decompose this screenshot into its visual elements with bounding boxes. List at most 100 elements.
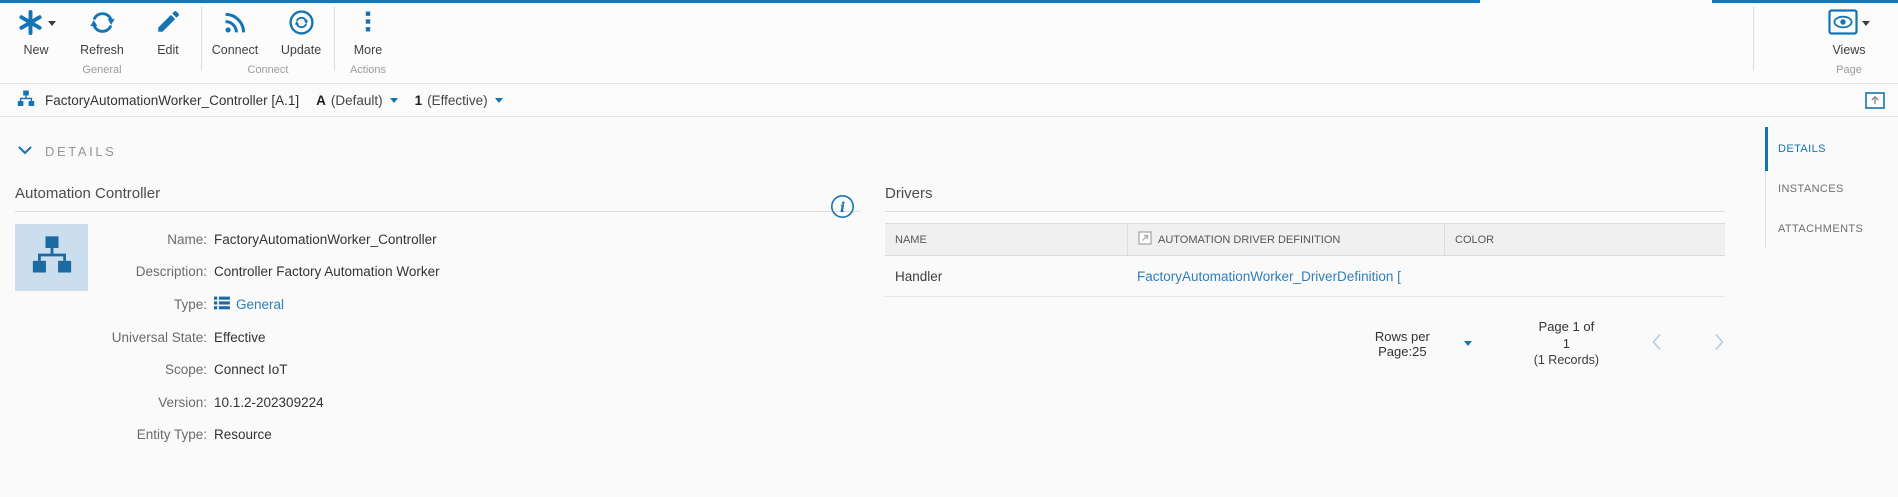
new-button[interactable]: New: [3, 7, 69, 57]
refresh-button-label: Refresh: [80, 43, 124, 57]
entity-version-label: (Effective): [427, 92, 488, 108]
page-info: Page 1 of 1 (1 Records): [1534, 318, 1599, 369]
more-button[interactable]: More: [335, 7, 401, 57]
automation-controller-panel: Automation Controller i Name: FactoryAut…: [15, 185, 861, 451]
rows-per-page-label: Rows per Page:25: [1374, 328, 1430, 359]
type-link[interactable]: General: [236, 297, 284, 312]
update-button-label: Update: [280, 43, 322, 57]
toolbar-group-label: Actions: [349, 64, 387, 76]
edit-button-label: Edit: [157, 43, 179, 57]
signal-icon: [222, 9, 249, 39]
more-button-label: More: [353, 43, 383, 57]
field-row-name: Name: FactoryAutomationWorker_Controller: [15, 223, 861, 256]
rows-per-page-select[interactable]: Rows per Page:25: [1350, 329, 1472, 359]
toolbar-group-page: Views Page: [1754, 7, 1898, 83]
field-row-scope: Scope: Connect IoT: [15, 353, 861, 386]
asterisk-icon: [17, 9, 44, 39]
column-header-label: NAME: [895, 233, 927, 246]
app-window: New Refresh Edit General Connect Update …: [0, 0, 1898, 497]
toolbar-group-label: Page: [1836, 64, 1862, 76]
chevron-left-icon: [1651, 333, 1662, 354]
sitemap-icon-large: [31, 235, 73, 280]
column-header-name[interactable]: NAME: [885, 224, 1127, 255]
driver-definition-link[interactable]: FactoryAutomationWorker_DriverDefinition…: [1137, 269, 1439, 284]
field-value: Connect IoT: [214, 362, 288, 378]
entity-variant: A: [316, 92, 326, 108]
tab-label: ATTACHMENTS: [1778, 223, 1864, 235]
field-row-description: Description: Controller Factory Automati…: [15, 256, 861, 289]
toolbar: New Refresh Edit General Connect Update …: [0, 0, 1898, 84]
edit-button[interactable]: Edit: [135, 7, 201, 57]
entity-name: FactoryAutomationWorker_Controller [A.1]: [45, 92, 300, 108]
field-label: Entity Type:: [136, 427, 207, 443]
field-label: Universal State:: [111, 329, 207, 345]
column-header-label: AUTOMATION DRIVER DEFINITION: [1158, 233, 1341, 246]
panel-title: Automation Controller: [15, 185, 861, 212]
entity-version: 1: [414, 92, 423, 108]
chevron-down-icon: [18, 142, 32, 160]
entity-variant-label: (Default): [330, 92, 383, 108]
page-count-label: Page 1 of 1: [1538, 319, 1595, 351]
link-icon: [1138, 231, 1152, 248]
caret-down-icon: [1463, 341, 1472, 346]
refresh-button[interactable]: Refresh: [69, 7, 135, 57]
field-value: FactoryAutomationWorker_Controller: [214, 231, 437, 247]
entity-header-bar: FactoryAutomationWorker_Controller [A.1]…: [0, 84, 1898, 117]
drivers-table: NAME AUTOMATION DRIVER DEFINITION COLOR: [885, 223, 1725, 297]
entity-image-tile: [15, 224, 88, 291]
toolbar-group-actions: More Actions: [335, 7, 401, 83]
field-label: Scope:: [164, 362, 207, 378]
field-value: Resource: [214, 427, 272, 443]
tab-attachments[interactable]: ATTACHMENTS: [1766, 209, 1898, 249]
tab-label: INSTANCES: [1778, 183, 1844, 195]
tab-label: DETAILS: [1778, 143, 1826, 155]
chevron-right-icon: [1714, 333, 1725, 354]
previous-page-button[interactable]: [1651, 333, 1662, 354]
new-button-label: New: [23, 43, 49, 57]
field-value: Effective: [214, 329, 266, 345]
sitemap-icon: [17, 90, 35, 110]
column-header-driver-definition[interactable]: AUTOMATION DRIVER DEFINITION: [1127, 224, 1444, 255]
toolbar-group-connect: Connect Update Connect: [202, 7, 334, 83]
tab-instances[interactable]: INSTANCES: [1766, 169, 1898, 209]
views-button-label: Views: [1832, 43, 1866, 57]
field-row-type: Type: General: [15, 288, 861, 321]
panel-up-icon: [1865, 92, 1885, 112]
toolbar-group-label: General: [82, 64, 122, 76]
drivers-panel: Drivers NAME AUTOMATION DRIVER DEFINITIO…: [885, 185, 1725, 451]
update-button[interactable]: Update: [268, 7, 334, 57]
tab-details[interactable]: DETAILS: [1765, 127, 1898, 171]
table-row[interactable]: Handler FactoryAutomationWorker_DriverDe…: [885, 256, 1725, 297]
toolbar-group-label: Connect: [247, 64, 289, 76]
details-section-toggle[interactable]: DETAILS: [0, 117, 116, 160]
field-label: Version:: [158, 394, 207, 410]
page-content: DETAILS Automation Controller i Name: Fa…: [0, 117, 1898, 496]
eye-icon: [1828, 9, 1858, 38]
caret-down-icon: [47, 21, 56, 26]
views-button[interactable]: Views: [1816, 7, 1882, 57]
field-value: 10.1.2-202309224: [214, 394, 324, 410]
kebab-menu-icon: [357, 9, 379, 38]
connect-button-label: Connect: [211, 43, 259, 57]
page-section-nav: DETAILS INSTANCES ATTACHMENTS: [1765, 127, 1898, 249]
variant-dropdown-icon[interactable]: [389, 97, 398, 103]
column-header-label: COLOR: [1455, 233, 1495, 246]
caret-down-icon: [1862, 21, 1870, 26]
field-label: Type:: [173, 296, 207, 312]
field-row-version: Version: 10.1.2-202309224: [15, 386, 861, 419]
list-type-icon: [214, 296, 230, 313]
next-page-button[interactable]: [1714, 333, 1725, 354]
drivers-table-header: NAME AUTOMATION DRIVER DEFINITION COLOR: [885, 223, 1725, 256]
field-row-universal-state: Universal State: Effective: [15, 321, 861, 354]
field-value: Controller Factory Automation Worker: [214, 264, 440, 280]
version-dropdown-icon[interactable]: [494, 97, 503, 103]
pagination-bar: Rows per Page:25 Page 1 of 1 (1 Records): [885, 318, 1725, 369]
column-header-color[interactable]: COLOR: [1444, 224, 1725, 255]
accent-line-left: [0, 0, 1480, 3]
driver-name-cell: Handler: [895, 268, 943, 284]
collapse-panel-button[interactable]: [1865, 92, 1885, 112]
toolbar-group-general: New Refresh Edit General: [3, 7, 201, 83]
accent-line-right: [1712, 0, 1898, 3]
connect-button[interactable]: Connect: [202, 7, 268, 57]
sync-circle-icon: [288, 9, 315, 39]
